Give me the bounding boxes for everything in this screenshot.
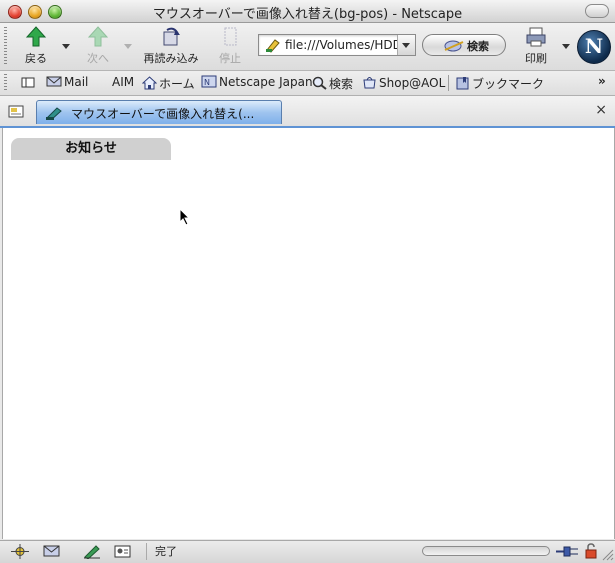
stop-label: 停止 xyxy=(219,52,241,65)
tab-title: マウスオーバーで画像入れ替え(... xyxy=(71,107,255,121)
bookmark-mail[interactable]: Mail xyxy=(46,75,88,89)
netscape-japan-icon: N xyxy=(201,75,217,88)
window-title: マウスオーバーで画像入れ替え(bg-pos) - Netscape xyxy=(152,7,463,22)
bookmark-shop-aol-label: Shop@AOL xyxy=(379,76,446,90)
chevron-down-icon xyxy=(402,43,410,48)
svg-text:N: N xyxy=(204,78,210,87)
back-arrow-icon xyxy=(25,26,47,47)
mouse-cursor-icon xyxy=(179,208,191,226)
netscape-logo[interactable]: N xyxy=(577,30,611,64)
forward-label: 次へ xyxy=(87,52,109,65)
bookmarks-icon xyxy=(456,77,469,90)
home-icon xyxy=(142,76,157,90)
address-book-icon[interactable] xyxy=(113,544,133,559)
url-text[interactable]: file:///Volumes/HDD xyxy=(285,38,397,52)
forward-history-dropdown[interactable] xyxy=(124,44,132,49)
print-options-dropdown[interactable] xyxy=(562,44,570,49)
search-button[interactable]: 検索 xyxy=(422,34,506,56)
resize-grip-icon[interactable] xyxy=(602,549,614,561)
tab-active[interactable]: マウスオーバーで画像入れ替え(... xyxy=(36,100,282,124)
reload-icon xyxy=(163,27,180,46)
new-tab-icon[interactable] xyxy=(7,104,25,119)
navigator-icon[interactable] xyxy=(10,544,30,559)
bookmarks-menu-label: ブックマーク xyxy=(472,77,545,91)
security-lock-icon[interactable] xyxy=(584,543,598,559)
mail-icon xyxy=(46,76,62,87)
search-magnifier-icon xyxy=(312,76,327,90)
stop-icon xyxy=(224,27,237,46)
tab-bar: マウスオーバーで画像入れ替え(... × xyxy=(0,96,615,128)
bookmark-search[interactable]: 検索 xyxy=(312,75,353,92)
bookmark-aim[interactable]: AIM xyxy=(112,75,134,89)
bookmark-netscape-japan-label: Netscape Japan xyxy=(219,75,313,89)
status-text: 完了 xyxy=(155,545,177,558)
bookmark-aim-label: AIM xyxy=(112,75,135,89)
bookmark-netscape-japan[interactable]: N Netscape Japan xyxy=(201,75,313,89)
online-plug-icon[interactable] xyxy=(556,544,580,559)
title-bar: マウスオーバーで画像入れ替え(bg-pos) - Netscape xyxy=(0,0,615,23)
mail-status-icon[interactable] xyxy=(42,544,62,559)
bookmark-home[interactable]: ホーム xyxy=(142,75,195,92)
url-history-dropdown[interactable] xyxy=(397,35,415,55)
print-label: 印刷 xyxy=(525,52,547,65)
bookmark-search-label: 検索 xyxy=(329,77,354,91)
back-button[interactable]: 戻る xyxy=(18,26,54,66)
personal-toolbar-overflow[interactable]: » xyxy=(598,74,606,88)
forward-button[interactable]: 次へ xyxy=(80,26,116,66)
page-proxy-icon[interactable] xyxy=(265,38,281,53)
status-separator xyxy=(146,543,147,560)
search-label: 検索 xyxy=(467,40,489,53)
bookmarks-menu[interactable]: ブックマーク xyxy=(455,75,544,92)
notice-tab[interactable]: お知らせ xyxy=(11,138,171,160)
shop-icon xyxy=(363,77,376,89)
navigation-toolbar: 戻る 次へ 再読み込み 停止 file:///Volumes/HDD 検索 印刷… xyxy=(0,23,615,71)
page-content: お知らせ xyxy=(2,128,615,539)
reload-button[interactable]: 再読み込み xyxy=(140,26,202,66)
personal-toolbar-separator xyxy=(448,75,449,91)
url-field[interactable]: file:///Volumes/HDD xyxy=(258,34,416,56)
close-tab-button[interactable]: × xyxy=(595,102,607,118)
bookmark-mail-label: Mail xyxy=(64,75,89,89)
bookmark-home-label: ホーム xyxy=(159,77,195,91)
personal-toolbar: Mail AIM ホーム N Netscape Japan 検索 Shop@AO… xyxy=(0,71,615,96)
back-history-dropdown[interactable] xyxy=(62,44,70,49)
personal-toolbar-grip[interactable] xyxy=(4,74,7,92)
page-favicon-icon xyxy=(46,107,62,120)
minimize-window-button[interactable] xyxy=(28,5,42,19)
reload-label: 再読み込み xyxy=(143,52,199,65)
sidebar-toggle-icon[interactable] xyxy=(21,77,35,89)
toolbar-toggle-button[interactable] xyxy=(585,4,609,18)
close-window-button[interactable] xyxy=(8,5,22,19)
status-bar: 完了 xyxy=(0,540,615,563)
print-button[interactable]: 印刷 xyxy=(518,26,554,66)
bookmark-shop-aol[interactable]: Shop@AOL xyxy=(362,75,445,90)
zoom-window-button[interactable] xyxy=(48,5,62,19)
forward-arrow-icon xyxy=(87,26,109,47)
composer-icon[interactable] xyxy=(82,544,102,559)
stop-button[interactable]: 停止 xyxy=(212,26,248,66)
progress-bar xyxy=(422,546,550,556)
back-label: 戻る xyxy=(25,52,47,65)
search-icon xyxy=(444,40,464,52)
toolbar-grip[interactable] xyxy=(4,27,7,65)
printer-icon xyxy=(526,27,546,47)
